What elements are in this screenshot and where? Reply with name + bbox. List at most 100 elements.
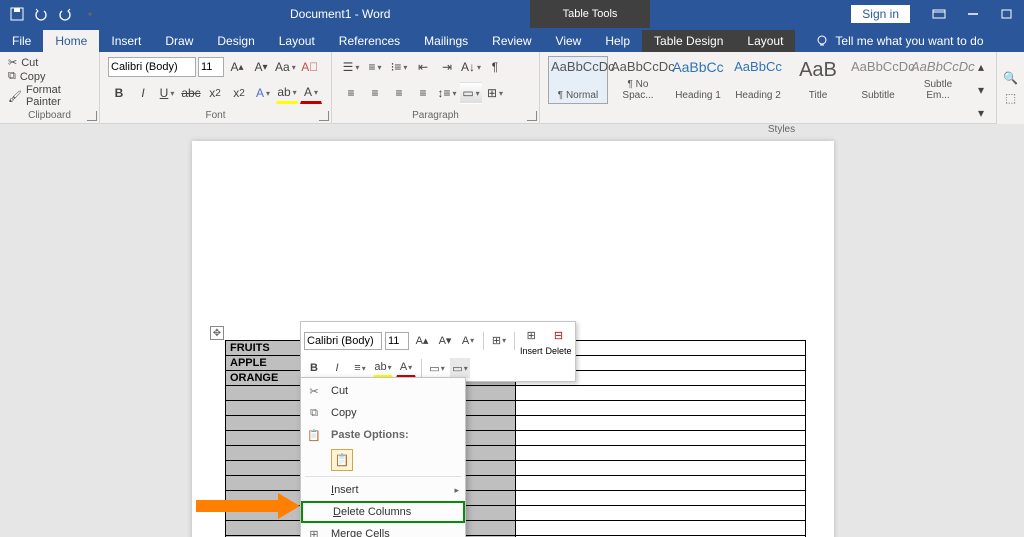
tell-me-search[interactable]: Tell me what you want to do: [815, 34, 983, 52]
shading-button[interactable]: ▭: [460, 82, 482, 104]
tab-view[interactable]: View: [544, 30, 594, 52]
paste-keep-source-icon[interactable]: 📋: [331, 449, 353, 471]
tab-layout[interactable]: Layout: [267, 30, 327, 52]
ctx-paste-options: 📋: [301, 446, 465, 474]
borders-button[interactable]: ⊞: [484, 82, 506, 104]
style-subtle-em[interactable]: AaBbCcDcSubtle Em...: [908, 56, 968, 104]
subscript-button[interactable]: x2: [204, 82, 226, 104]
style-normal[interactable]: AaBbCcDc¶ Normal: [548, 56, 608, 104]
styles-expand[interactable]: ▾: [970, 102, 992, 124]
find-icon[interactable]: 🔍: [1003, 71, 1018, 85]
style-subtitle[interactable]: AaBbCcDcSubtitle: [848, 56, 908, 104]
styles-scroll-down[interactable]: ▾: [970, 79, 992, 101]
change-case-button[interactable]: Aa: [274, 56, 297, 78]
clear-format-button[interactable]: A⃠: [299, 56, 321, 78]
align-left-button[interactable]: ≡: [340, 82, 362, 104]
copy-button[interactable]: ⧉Copy: [8, 70, 91, 83]
italic-button[interactable]: I: [132, 82, 154, 104]
font-size-select[interactable]: [198, 57, 224, 77]
undo-icon[interactable]: [30, 3, 52, 25]
mini-font-select[interactable]: [304, 332, 382, 350]
mini-bold[interactable]: B: [304, 358, 324, 378]
text-effects-button[interactable]: A: [252, 82, 274, 104]
grow-font-button[interactable]: A▴: [226, 56, 248, 78]
style-no-spacing[interactable]: AaBbCcDc¶ No Spac...: [608, 56, 668, 104]
mini-highlight[interactable]: ab: [373, 358, 393, 378]
mini-shrink-font[interactable]: A▾: [435, 331, 455, 351]
cut-button[interactable]: ✂Cut: [8, 56, 91, 69]
clipboard-group-label: Clipboard: [8, 110, 91, 123]
tab-table-layout[interactable]: Layout: [735, 30, 795, 52]
tab-design[interactable]: Design: [205, 30, 266, 52]
numbering-button[interactable]: ≡: [364, 56, 386, 78]
ribbon-tabs: File Home Insert Draw Design Layout Refe…: [0, 28, 1024, 52]
highlight-button[interactable]: ab: [276, 82, 298, 104]
style-heading2[interactable]: AaBbCcHeading 2: [728, 56, 788, 104]
justify-button[interactable]: ≡: [412, 82, 434, 104]
mini-shading[interactable]: ▭: [450, 358, 470, 378]
tab-mailings[interactable]: Mailings: [412, 30, 480, 52]
ctx-merge-cells[interactable]: ⊞Merge Cells: [301, 523, 465, 537]
ctx-insert[interactable]: Insert: [301, 479, 465, 501]
ctx-delete-columns[interactable]: Delete Columns: [301, 501, 465, 523]
ctx-cut[interactable]: ✂Cut: [301, 380, 465, 402]
save-icon[interactable]: [6, 3, 28, 25]
tab-help[interactable]: Help: [593, 30, 642, 52]
mini-align[interactable]: ≡: [350, 358, 370, 378]
decrease-indent-button[interactable]: ⇤: [412, 56, 434, 78]
title-bar: Document1 - Word Table Tools Sign in: [0, 0, 1024, 28]
ribbon-display-icon[interactable]: [922, 3, 956, 25]
mini-italic[interactable]: I: [327, 358, 347, 378]
mini-size-select[interactable]: [385, 332, 409, 350]
multilevel-button[interactable]: ⁝≡: [388, 56, 410, 78]
font-color-button[interactable]: A: [300, 82, 322, 104]
mini-insert-icon[interactable]: ⊞: [521, 325, 541, 345]
mini-delete-icon[interactable]: ⊟: [549, 325, 569, 345]
maximize-icon[interactable]: [990, 3, 1024, 25]
tab-references[interactable]: References: [327, 30, 412, 52]
align-center-button[interactable]: ≡: [364, 82, 386, 104]
tab-draw[interactable]: Draw: [153, 30, 205, 52]
mini-border-style[interactable]: ▭: [427, 358, 447, 378]
format-painter-button[interactable]: 🖌Format Painter: [8, 84, 91, 108]
mini-font-color[interactable]: A: [396, 358, 416, 378]
mini-borders-icon[interactable]: ⊞: [489, 331, 509, 351]
ctx-copy[interactable]: ⧉Copy: [301, 402, 465, 424]
bold-button[interactable]: B: [108, 82, 130, 104]
paragraph-dialog-launcher[interactable]: [527, 111, 537, 121]
strike-button[interactable]: abc: [180, 82, 202, 104]
bullets-button[interactable]: ☰: [340, 56, 362, 78]
sort-button[interactable]: A↓: [460, 56, 482, 78]
mini-delete-label: Delete: [546, 346, 572, 356]
clipboard-dialog-launcher[interactable]: [87, 111, 97, 121]
tab-insert[interactable]: Insert: [99, 30, 153, 52]
mini-insert-label: Insert: [520, 346, 543, 356]
sign-in-button[interactable]: Sign in: [851, 5, 910, 23]
minimize-icon[interactable]: [956, 3, 990, 25]
font-dialog-launcher[interactable]: [319, 111, 329, 121]
qat-dropdown-icon[interactable]: [78, 3, 100, 25]
tab-file[interactable]: File: [0, 30, 43, 52]
ribbon-right-side: 🔍 ⬚: [996, 52, 1024, 124]
scissors-icon: ✂: [8, 56, 17, 69]
brush-icon: 🖌: [8, 90, 22, 103]
underline-button[interactable]: U: [156, 82, 178, 104]
redo-icon[interactable]: [54, 3, 76, 25]
tab-home[interactable]: Home: [43, 30, 99, 52]
style-heading1[interactable]: AaBbCcHeading 1: [668, 56, 728, 104]
style-title[interactable]: AaBTitle: [788, 56, 848, 104]
styles-scroll-up[interactable]: ▴: [970, 56, 992, 78]
line-spacing-button[interactable]: ↕≡: [436, 82, 458, 104]
table-move-handle[interactable]: ✥: [210, 326, 224, 340]
select-icon[interactable]: ⬚: [1005, 91, 1016, 105]
tab-table-design[interactable]: Table Design: [642, 30, 735, 52]
mini-grow-font[interactable]: A▴: [412, 331, 432, 351]
increase-indent-button[interactable]: ⇥: [436, 56, 458, 78]
align-right-button[interactable]: ≡: [388, 82, 410, 104]
superscript-button[interactable]: x2: [228, 82, 250, 104]
show-marks-button[interactable]: ¶: [484, 56, 506, 78]
font-name-select[interactable]: [108, 57, 196, 77]
tab-review[interactable]: Review: [480, 30, 543, 52]
mini-styles[interactable]: A: [458, 331, 478, 351]
shrink-font-button[interactable]: A▾: [250, 56, 272, 78]
